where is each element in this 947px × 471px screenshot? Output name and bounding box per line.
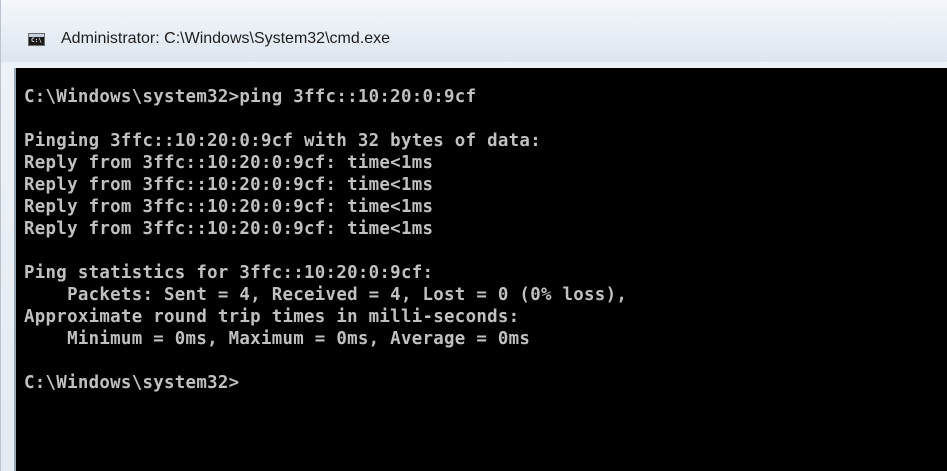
console-line: Approximate round trip times in milli-se…: [24, 307, 520, 327]
console-line: Packets: Sent = 4, Received = 4, Lost = …: [24, 285, 628, 305]
console-line: C:\Windows\system32>ping 3ffc::10:20:0:9…: [24, 87, 477, 107]
command-prompt[interactable]: C:\Windows\system32>: [24, 372, 627, 394]
console-line: Reply from 3ffc::10:20:0:9cf: time<1ms: [24, 197, 434, 217]
cmd-window: C:\ Administrator: C:\Windows\System32\c…: [0, 0, 947, 471]
console-line: Pinging 3ffc::10:20:0:9cf with 32 bytes …: [24, 131, 541, 151]
console-line: Reply from 3ffc::10:20:0:9cf: time<1ms: [24, 153, 434, 173]
cmd-icon-glyph: C:\: [31, 37, 42, 44]
console-line: Minimum = 0ms, Maximum = 0ms, Average = …: [24, 329, 531, 349]
cmd-console-icon[interactable]: C:\: [28, 33, 45, 46]
console-line: Ping statistics for 3ffc::10:20:0:9cf:: [24, 263, 434, 283]
console-line: Reply from 3ffc::10:20:0:9cf: time<1ms: [24, 175, 434, 195]
title-bar[interactable]: C:\ Administrator: C:\Windows\System32\c…: [1, 0, 947, 62]
console-area[interactable]: C:\Windows\system32>ping 3ffc::10:20:0:9…: [14, 68, 947, 471]
window-title: Administrator: C:\Windows\System32\cmd.e…: [61, 30, 390, 47]
console-line: Reply from 3ffc::10:20:0:9cf: time<1ms: [24, 219, 434, 239]
console-output: C:\Windows\system32>ping 3ffc::10:20:0:9…: [24, 86, 627, 394]
